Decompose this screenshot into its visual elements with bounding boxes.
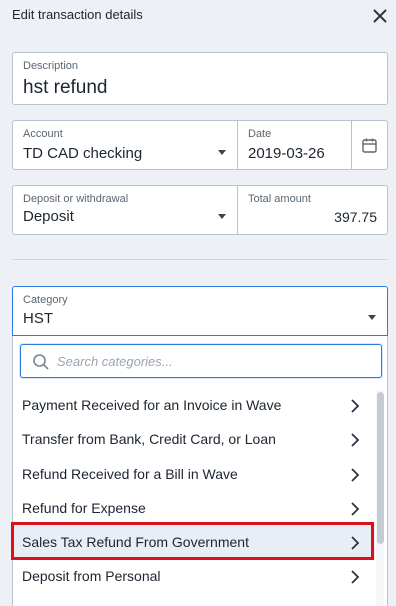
- description-label: Description: [23, 60, 79, 72]
- chevron-down-icon[interactable]: [368, 315, 376, 320]
- amount-label: Total amount: [248, 193, 311, 205]
- deposit-withdrawal-select[interactable]: Deposit or withdrawal Deposit: [12, 185, 238, 235]
- chevron-right-icon: [351, 467, 360, 482]
- list-item[interactable]: Refund Received for a Bill in Wave: [13, 457, 375, 491]
- chevron-down-icon[interactable]: [218, 214, 226, 219]
- dialog-header: Edit transaction details: [0, 0, 396, 34]
- date-field[interactable]: Date 2019-03-26: [237, 120, 352, 170]
- list-item-label: Refund Received for a Bill in Wave: [22, 465, 238, 482]
- calendar-button[interactable]: [351, 120, 388, 170]
- selection-highlight: [11, 522, 374, 560]
- list-item[interactable]: Payment Received for an Invoice in Wave: [13, 388, 375, 422]
- deposit-value: Deposit: [23, 208, 74, 225]
- chevron-right-icon: [351, 399, 360, 413]
- category-list: Payment Received for an Invoice in Wave …: [13, 388, 375, 594]
- list-item[interactable]: Transfer from Bank, Credit Card, or Loan: [13, 422, 375, 456]
- deposit-label: Deposit or withdrawal: [23, 193, 129, 205]
- chevron-right-icon: [351, 570, 360, 585]
- category-label: Category: [23, 294, 68, 306]
- chevron-right-icon: [351, 502, 360, 516]
- scrollbar-thumb[interactable]: [377, 392, 384, 544]
- search-input[interactable]: [57, 350, 367, 372]
- category-dropdown: Payment Received for an Invoice in Wave …: [12, 336, 388, 606]
- calendar-icon: [362, 138, 377, 153]
- list-item-label: Payment Received for an Invoice in Wave: [22, 397, 282, 413]
- list-item-label: Transfer from Bank, Credit Card, or Loan: [22, 431, 276, 448]
- divider: [12, 259, 388, 260]
- date-value[interactable]: 2019-03-26: [248, 145, 325, 162]
- chevron-down-icon[interactable]: [218, 150, 226, 155]
- account-value: TD CAD checking: [23, 145, 143, 162]
- total-amount-field[interactable]: Total amount 397.75: [237, 185, 388, 235]
- amount-value[interactable]: 397.75: [334, 209, 377, 225]
- date-label: Date: [248, 128, 272, 140]
- category-search[interactable]: [20, 344, 382, 378]
- list-item[interactable]: Refund for Expense: [13, 491, 375, 525]
- list-item-label: Deposit from Personal: [22, 568, 161, 585]
- chevron-right-icon: [351, 433, 360, 447]
- close-icon[interactable]: [371, 7, 389, 25]
- dialog-title: Edit transaction details: [12, 7, 143, 22]
- category-value: HST: [23, 310, 53, 327]
- list-item-label: Refund for Expense: [22, 499, 146, 516]
- list-item[interactable]: Deposit from Personal: [13, 559, 375, 593]
- category-select[interactable]: Category HST: [12, 286, 388, 336]
- search-icon: [33, 354, 49, 370]
- account-select[interactable]: Account TD CAD checking: [12, 120, 238, 170]
- description-value[interactable]: hst refund: [23, 77, 108, 99]
- account-label: Account: [23, 128, 63, 140]
- description-field[interactable]: Description hst refund: [12, 52, 388, 105]
